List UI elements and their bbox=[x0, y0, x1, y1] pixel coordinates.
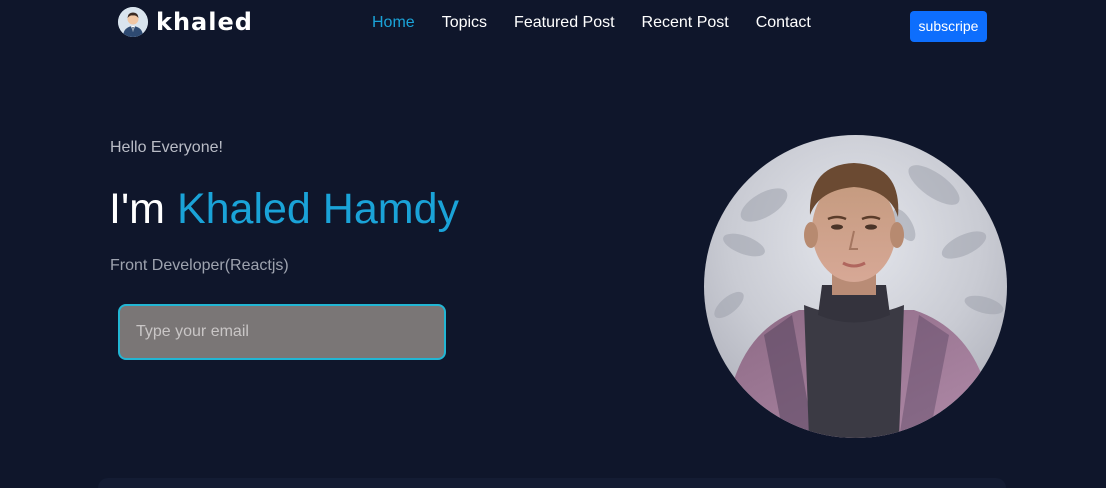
nav-home[interactable]: Home bbox=[372, 13, 415, 33]
logo-text: khaled bbox=[156, 8, 253, 36]
hero-greeting: Hello Everyone! bbox=[110, 139, 223, 156]
hero-role: Front Developer(Reactjs) bbox=[110, 257, 289, 274]
user-avatar-icon bbox=[118, 7, 148, 37]
profile-photo bbox=[704, 135, 1007, 438]
logo[interactable]: khaled bbox=[118, 7, 253, 37]
nav-topics[interactable]: Topics bbox=[442, 13, 487, 33]
email-input[interactable] bbox=[118, 304, 446, 360]
section-card bbox=[98, 478, 1006, 488]
nav-featured-post[interactable]: Featured Post bbox=[514, 13, 615, 33]
nav-contact[interactable]: Contact bbox=[756, 13, 811, 33]
nav-recent-post[interactable]: Recent Post bbox=[642, 13, 729, 33]
page: khaled Home Topics Featured Post Recent … bbox=[0, 0, 1106, 488]
headline-name: Khaled Hamdy bbox=[176, 185, 459, 233]
main-nav: Home Topics Featured Post Recent Post Co… bbox=[372, 13, 838, 33]
hero-headline: I'm Khaled Hamdy bbox=[109, 184, 459, 234]
headline-prefix: I'm bbox=[109, 185, 165, 233]
subscribe-button[interactable]: subscripe bbox=[910, 11, 987, 42]
